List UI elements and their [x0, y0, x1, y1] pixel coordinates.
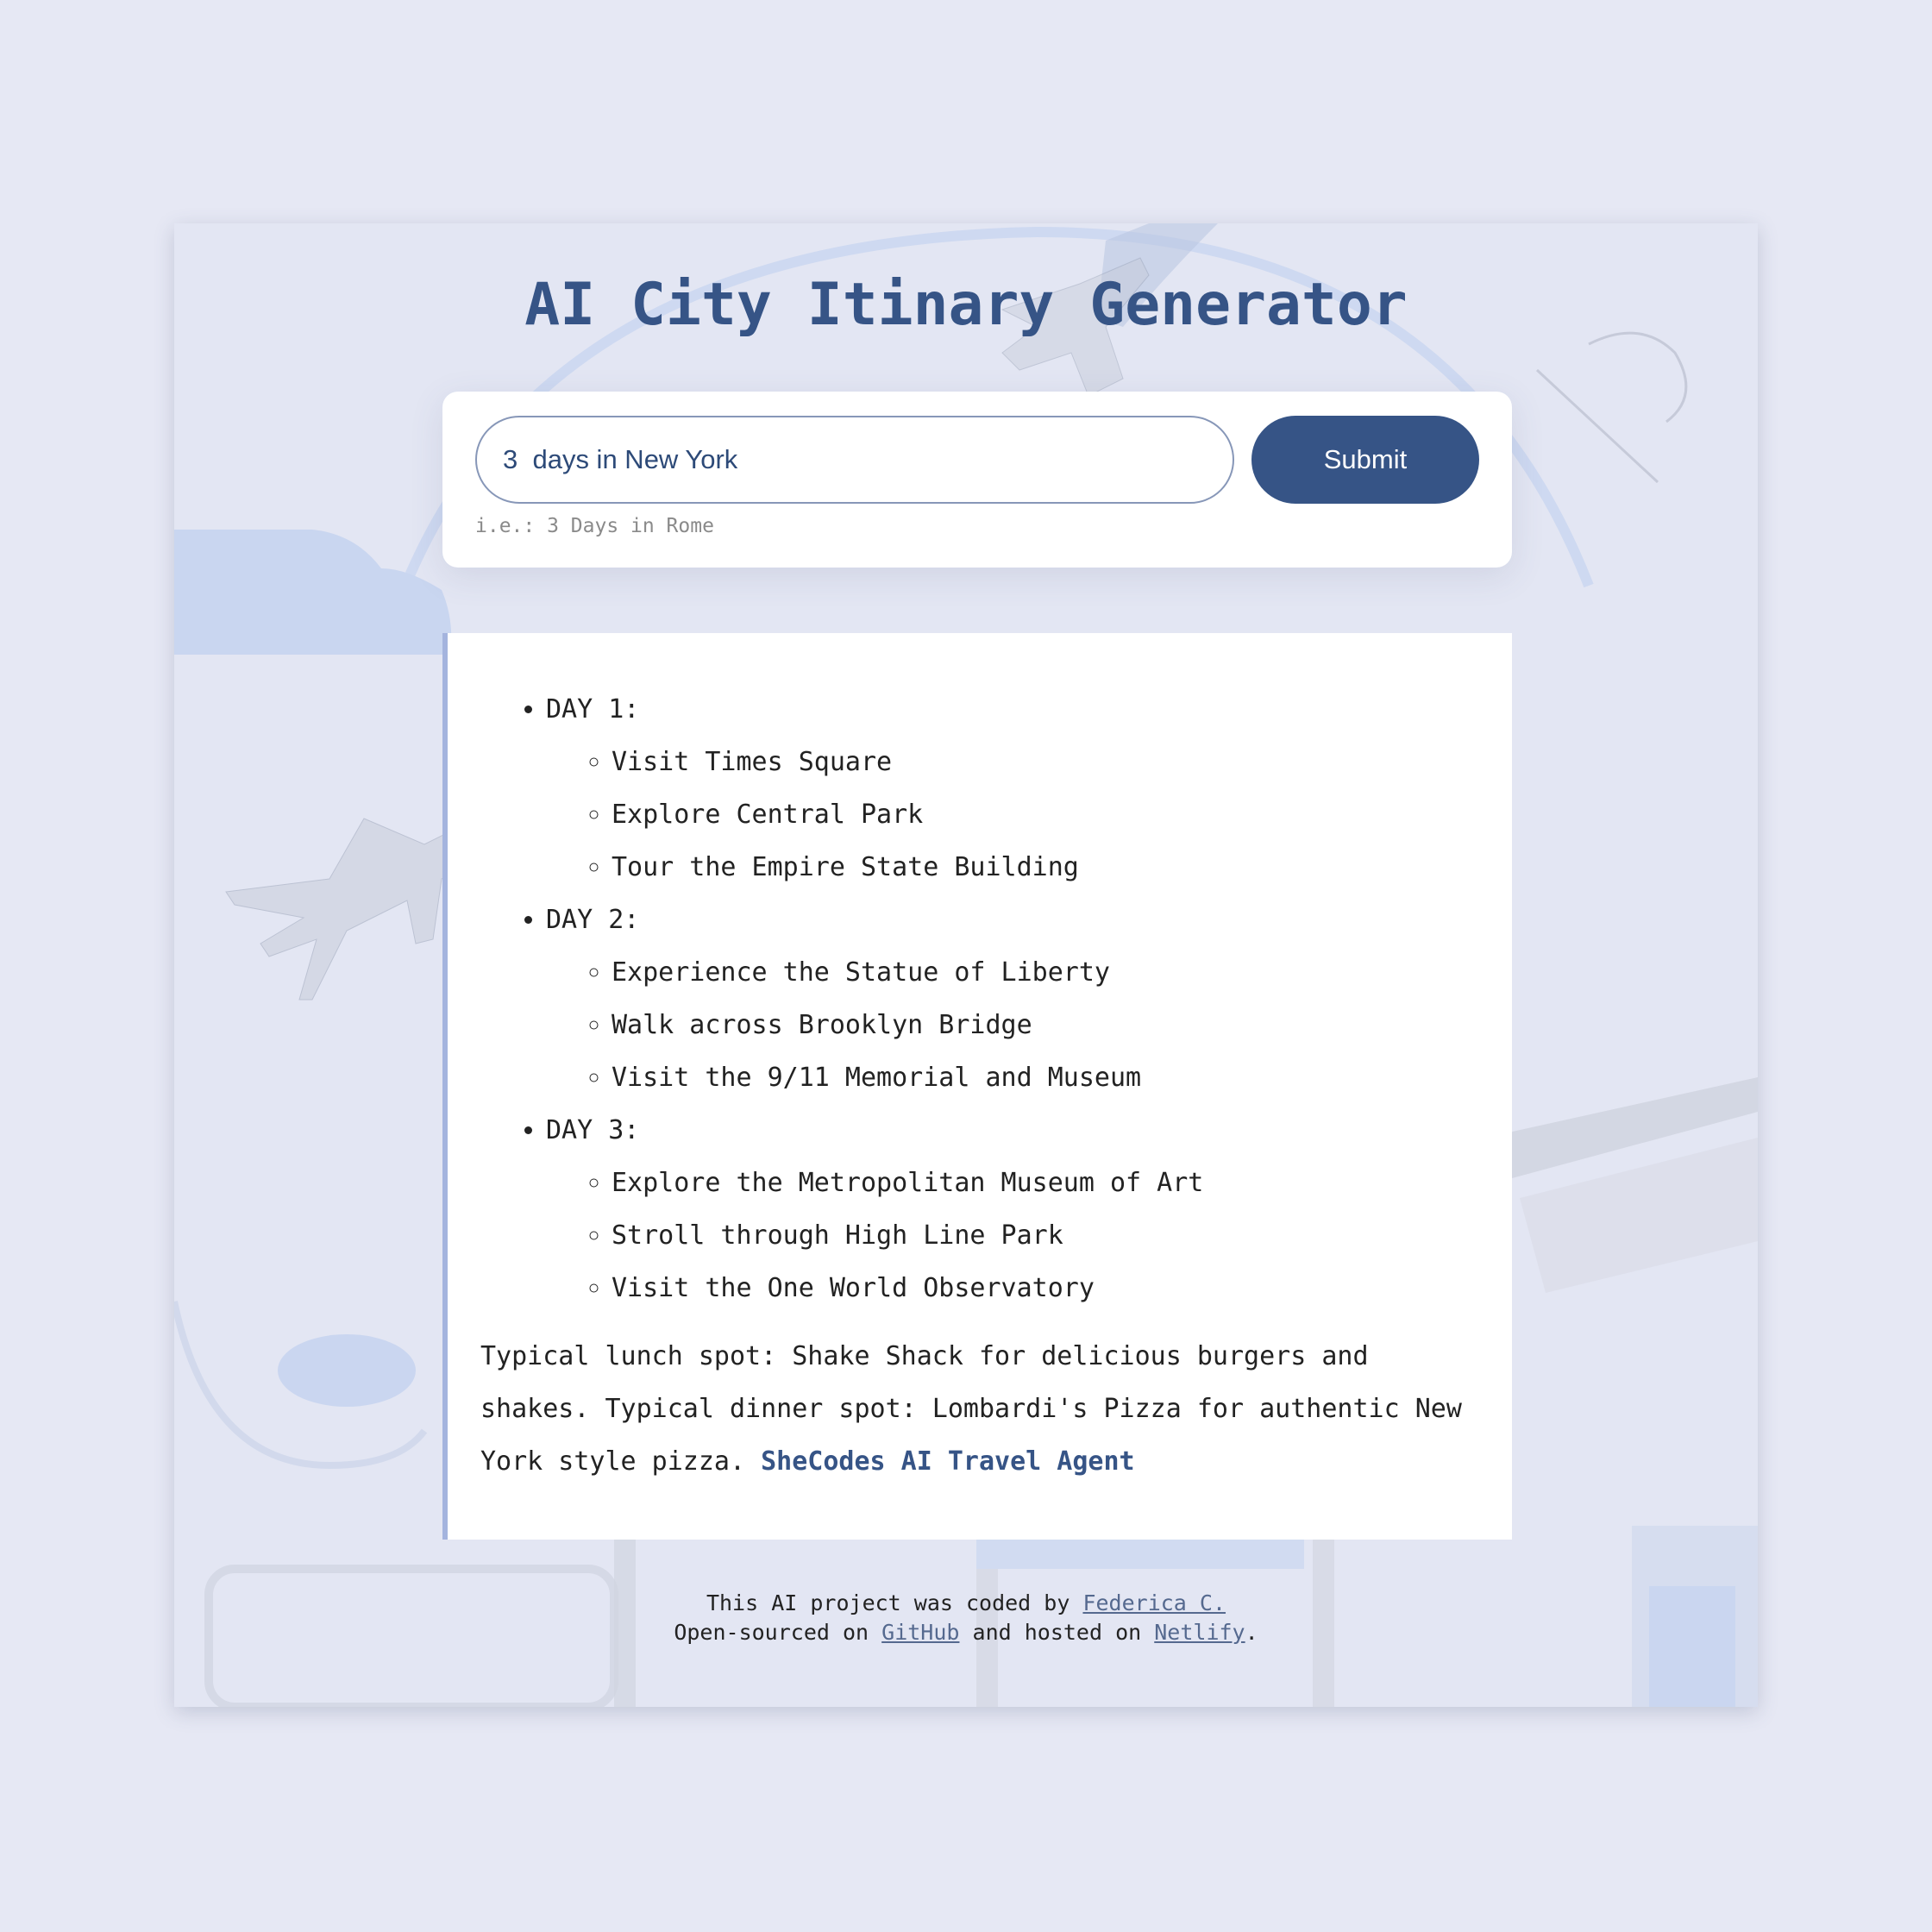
footer-credit-text: This AI project was coded by	[706, 1590, 1083, 1615]
day-item: DAY 1: Visit Times Square Explore Centra…	[546, 683, 1479, 894]
footer-hosting-middle: and hosted on	[959, 1620, 1155, 1645]
itinerary-result: DAY 1: Visit Times Square Explore Centra…	[442, 633, 1512, 1540]
activity-item: Visit the 9/11 Memorial and Museum	[612, 1051, 1479, 1104]
activity-item: Explore Central Park	[612, 788, 1479, 841]
activity-item: Visit the One World Observatory	[612, 1262, 1479, 1314]
day-label: DAY 1:	[546, 694, 640, 724]
activity-item: Experience the Statue of Liberty	[612, 946, 1479, 999]
day-list: DAY 1: Visit Times Square Explore Centra…	[480, 683, 1479, 1314]
activity-list: Explore the Metropolitan Museum of Art S…	[546, 1157, 1479, 1314]
day-label: DAY 2:	[546, 905, 640, 935]
itinerary-summary: Typical lunch spot: Shake Shack for deli…	[480, 1330, 1479, 1488]
activity-list: Experience the Statue of Liberty Walk ac…	[546, 946, 1479, 1104]
day-item: DAY 3: Explore the Metropolitan Museum o…	[546, 1104, 1479, 1314]
search-form: Submit i.e.: 3 Days in Rome	[442, 392, 1512, 568]
activity-item: Visit Times Square	[612, 736, 1479, 788]
day-item: DAY 2: Experience the Statue of Liberty …	[546, 894, 1479, 1104]
search-input[interactable]	[475, 416, 1234, 504]
netlify-link[interactable]: Netlify	[1154, 1620, 1245, 1645]
page-title: AI City Itinary Generator	[524, 271, 1408, 339]
activity-item: Tour the Empire State Building	[612, 841, 1479, 894]
footer-credit-line: This AI project was coded by Federica C.	[174, 1589, 1758, 1618]
footer: This AI project was coded by Federica C.…	[174, 1589, 1758, 1647]
author-link[interactable]: Federica C.	[1082, 1590, 1226, 1615]
submit-button[interactable]: Submit	[1251, 416, 1479, 504]
footer-hosting-suffix: .	[1245, 1620, 1258, 1645]
activity-item: Walk across Brooklyn Bridge	[612, 999, 1479, 1051]
activity-list: Visit Times Square Explore Central Park …	[546, 736, 1479, 894]
github-link[interactable]: GitHub	[881, 1620, 959, 1645]
agent-signature: SheCodes AI Travel Agent	[761, 1446, 1135, 1477]
activity-item: Stroll through High Line Park	[612, 1209, 1479, 1262]
search-hint: i.e.: 3 Days in Rome	[475, 515, 714, 537]
day-label: DAY 3:	[546, 1115, 640, 1145]
app-card: AI City Itinary Generator Submit i.e.: 3…	[174, 223, 1758, 1707]
activity-item: Explore the Metropolitan Museum of Art	[612, 1157, 1479, 1209]
footer-hosting-line: Open-sourced on GitHub and hosted on Net…	[174, 1618, 1758, 1647]
footer-hosting-prefix: Open-sourced on	[674, 1620, 882, 1645]
